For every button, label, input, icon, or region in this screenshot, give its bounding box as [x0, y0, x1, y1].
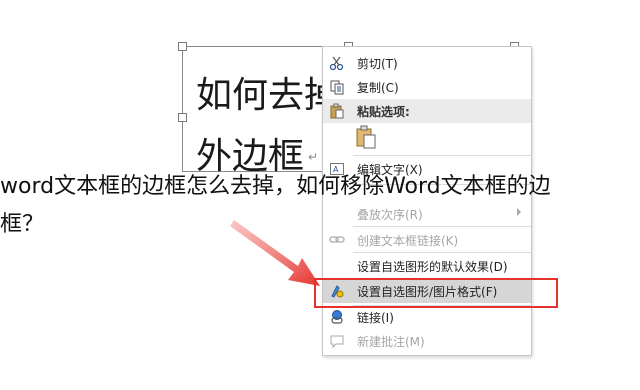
highlight-box — [314, 278, 558, 308]
menu-item-hyperlink[interactable]: 链接(I) — [323, 305, 531, 329]
copy-icon — [329, 79, 345, 95]
menu-separator — [353, 155, 531, 156]
resize-handle-left-middle[interactable] — [178, 113, 187, 122]
menu-item-new-comment[interactable]: 新建批注(M) — [323, 329, 531, 353]
paste-keep-text-icon[interactable] — [355, 125, 377, 149]
caption-line1: word文本框的边框怎么去掉，如何移除Word文本框的边 — [0, 174, 551, 199]
menu-separator — [353, 252, 531, 253]
menu-item-paste-keep-text[interactable] — [323, 123, 531, 151]
paste-icon — [329, 103, 345, 119]
textbox-text-line1: 如何去掉 — [196, 75, 341, 116]
resize-handle-top-left[interactable] — [178, 42, 187, 51]
menu-item-label: 设置自选图形的默认效果(D) — [357, 260, 508, 274]
menu-item-label: 新建批注(M) — [357, 335, 425, 349]
menu-item-cut[interactable]: 剪切(T) — [323, 51, 531, 75]
menu-item-label: 复制(C) — [357, 81, 399, 95]
menu-header-paste-options: 粘贴选项: — [323, 99, 531, 123]
menu-item-label: 粘贴选项: — [357, 105, 410, 119]
paragraph-mark: ↵ — [308, 150, 319, 164]
menu-item-label: 剪切(T) — [357, 57, 398, 71]
menu-item-label: 链接(I) — [357, 311, 394, 325]
menu-item-set-default-shape-effect[interactable]: 设置自选图形的默认效果(D) — [323, 254, 531, 278]
menu-item-copy[interactable]: 复制(C) — [323, 75, 531, 99]
scissors-icon — [329, 55, 345, 71]
comment-icon — [329, 333, 345, 349]
hyperlink-icon — [329, 309, 345, 325]
annotation-arrow-icon — [230, 220, 320, 286]
